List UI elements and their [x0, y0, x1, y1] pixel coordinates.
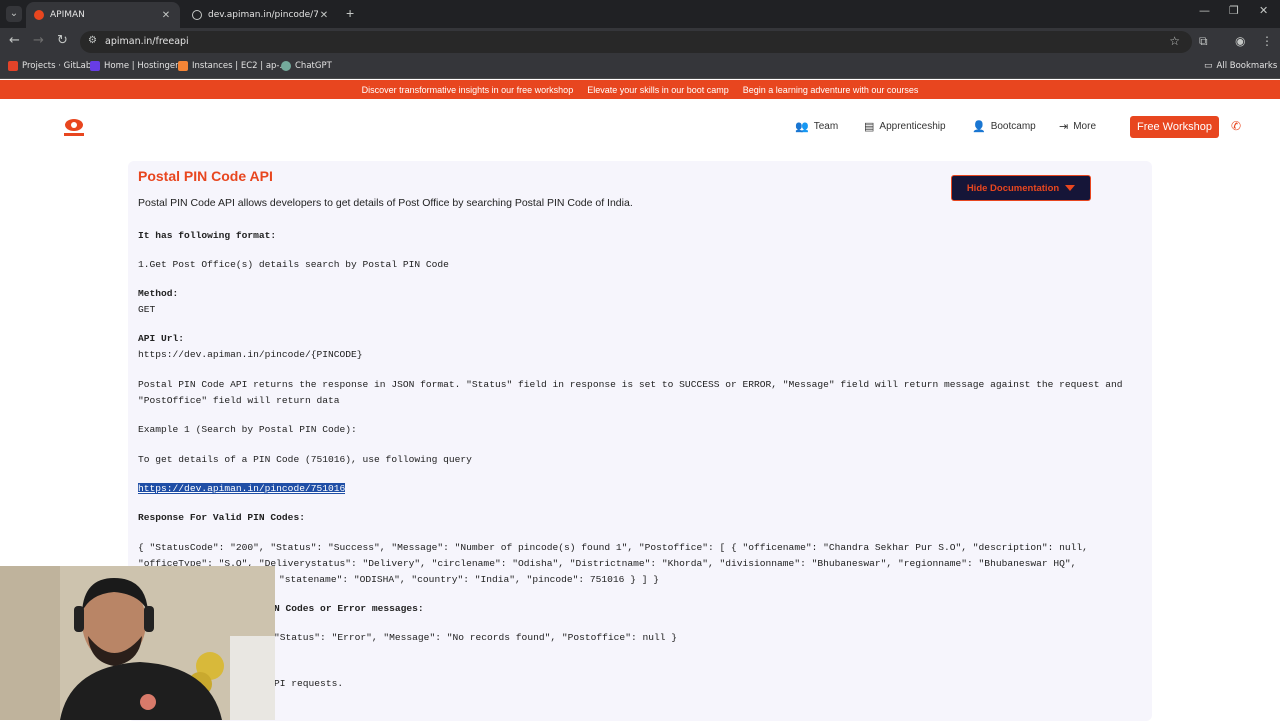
bookmark-label: Instances | EC2 | ap-...: [192, 61, 288, 71]
example-description: To get details of a PIN Code (751016), u…: [138, 454, 472, 465]
tab-title: dev.apiman.in/pincode/751016: [208, 10, 318, 20]
nav-more[interactable]: ⇥ More: [1059, 120, 1096, 133]
book-icon: ▤: [864, 121, 875, 133]
address-bar[interactable]: ⚙ apiman.in/freeapi ☆: [80, 31, 1192, 53]
nav-apprenticeship[interactable]: ▤ Apprenticeship: [864, 120, 946, 133]
gitlab-icon: [8, 61, 18, 71]
bookmark-chatgpt[interactable]: ChatGPT: [281, 61, 332, 71]
menu-kebab-icon[interactable]: ⋮: [1261, 34, 1273, 48]
format-item: 1.Get Post Office(s) details search by P…: [138, 259, 449, 270]
site-info-icon[interactable]: ⚙: [88, 35, 97, 46]
apiman-logo[interactable]: [62, 117, 86, 137]
minimize-icon[interactable]: —: [1199, 4, 1210, 17]
close-tab-icon[interactable]: ✕: [160, 10, 172, 21]
aws-icon: [178, 61, 188, 71]
error-response-line: "Status": "Error", "Message": "No record…: [274, 632, 678, 643]
all-bookmarks[interactable]: ▭ All Bookmarks: [1204, 61, 1277, 71]
webcam-overlay: [0, 566, 275, 720]
apiman-favicon-icon: [34, 10, 44, 20]
error-response-heading: N Codes or Error messages:: [274, 603, 424, 614]
nav-label: Team: [813, 121, 839, 132]
hide-documentation-button[interactable]: Hide Documentation: [951, 175, 1091, 201]
back-icon[interactable]: ←: [9, 33, 20, 48]
nav-label: More: [1073, 121, 1097, 132]
api-url-value: https://dev.apiman.in/pincode/{PINCODE}: [138, 349, 363, 360]
valid-response-line3: "statename": "ODISHA", "country": "India…: [279, 574, 659, 585]
profile-avatar-icon[interactable]: ◉: [1235, 34, 1245, 48]
bookmark-star-icon[interactable]: ☆: [1169, 34, 1180, 48]
api-url-label: API Url:: [138, 333, 185, 344]
bookmark-label: Home | Hostinger: [104, 61, 179, 71]
chatgpt-icon: [281, 61, 291, 71]
promo-workshop-link[interactable]: Discover transformative insights in our …: [362, 85, 574, 95]
all-bookmarks-label: All Bookmarks: [1216, 61, 1278, 71]
hostinger-icon: [90, 61, 100, 71]
documentation-panel: Postal PIN Code API Postal PIN Code API …: [128, 161, 1152, 721]
folder-icon: ▭: [1204, 61, 1213, 71]
method-value: GET: [138, 304, 156, 315]
page-description: Postal PIN Code API allows developers to…: [138, 197, 633, 209]
site-header: 👥 Team ▤ Apprenticeship 👤 Bootcamp ⇥ Mor…: [0, 99, 1280, 155]
close-tab-icon[interactable]: ✕: [318, 10, 330, 21]
tab-search-icon[interactable]: ⌄: [6, 6, 22, 22]
nav-team[interactable]: 👥 Team: [795, 120, 838, 133]
valid-response-line2: "officeType": "S.O", "Deliverystatus": "…: [138, 558, 1077, 569]
bookmark-label: Projects · GitLab: [22, 61, 92, 71]
browser-tab-pincode[interactable]: dev.apiman.in/pincode/751016 ✕: [184, 2, 338, 28]
team-icon: 👥: [795, 121, 809, 133]
example-link-row: https://dev.apiman.in/pincode/751016: [138, 481, 346, 497]
valid-response-heading: Response For Valid PIN Codes:: [138, 512, 305, 523]
extensions-icon[interactable]: ⧉: [1199, 34, 1208, 49]
returns-text-line1: Postal PIN Code API returns the response…: [138, 379, 1123, 390]
format-heading: It has following format:: [138, 230, 277, 241]
promo-banner: Discover transformative insights in our …: [0, 80, 1280, 99]
bookmark-hostinger[interactable]: Home | Hostinger: [90, 61, 179, 71]
page-title: Postal PIN Code API: [138, 168, 273, 184]
valid-response-line1: { "StatusCode": "200", "Status": "Succes…: [138, 542, 1088, 553]
nav-bootcamp[interactable]: 👤 Bootcamp: [972, 120, 1036, 133]
new-tab-icon[interactable]: +: [346, 5, 354, 21]
phone-icon[interactable]: ✆: [1231, 119, 1241, 133]
presenter-video-image: [0, 566, 275, 720]
nav-label: Bootcamp: [990, 121, 1036, 132]
close-window-icon[interactable]: ✕: [1259, 4, 1268, 17]
api-requests-text: PI requests.: [274, 678, 344, 689]
reload-icon[interactable]: ↻: [57, 33, 68, 48]
example-heading: Example 1 (Search by Postal PIN Code):: [138, 424, 357, 435]
promo-bootcamp-link[interactable]: Elevate your skills in our boot camp: [587, 85, 729, 95]
method-label: Method:: [138, 288, 179, 299]
nav-label: Apprenticeship: [879, 121, 946, 132]
caret-down-icon: [1065, 185, 1076, 191]
user-icon: 👤: [972, 121, 986, 133]
browser-toolbar: ← → ↻ ⚙ apiman.in/freeapi ☆ ⧉ ◉ ⋮: [0, 28, 1280, 56]
globe-icon: [192, 10, 202, 20]
bookmark-label: ChatGPT: [295, 61, 332, 71]
promo-courses-link[interactable]: Begin a learning adventure with our cour…: [743, 85, 919, 95]
bookmarks-bar: Projects · GitLab Home | Hostinger Insta…: [0, 56, 1280, 79]
forward-icon[interactable]: →: [33, 33, 44, 48]
bookmark-gitlab[interactable]: Projects · GitLab: [8, 61, 91, 71]
browser-tab-apiman[interactable]: APIMAN ✕: [26, 2, 180, 28]
returns-text-line2: "PostOffice" field will return data: [138, 395, 340, 406]
sign-in-icon: ⇥: [1059, 121, 1069, 133]
free-workshop-button[interactable]: Free Workshop: [1130, 116, 1219, 138]
url-text[interactable]: apiman.in/freeapi: [105, 36, 189, 47]
restore-icon[interactable]: ❐: [1229, 4, 1239, 17]
example-query-link[interactable]: https://dev.apiman.in/pincode/751016: [138, 483, 346, 494]
browser-tab-strip: ⌄ APIMAN ✕ dev.apiman.in/pincode/751016 …: [0, 0, 1280, 28]
tab-title: APIMAN: [50, 10, 85, 20]
hide-documentation-label: Hide Documentation: [966, 182, 1060, 194]
bookmark-ec2[interactable]: Instances | EC2 | ap-...: [178, 61, 288, 71]
